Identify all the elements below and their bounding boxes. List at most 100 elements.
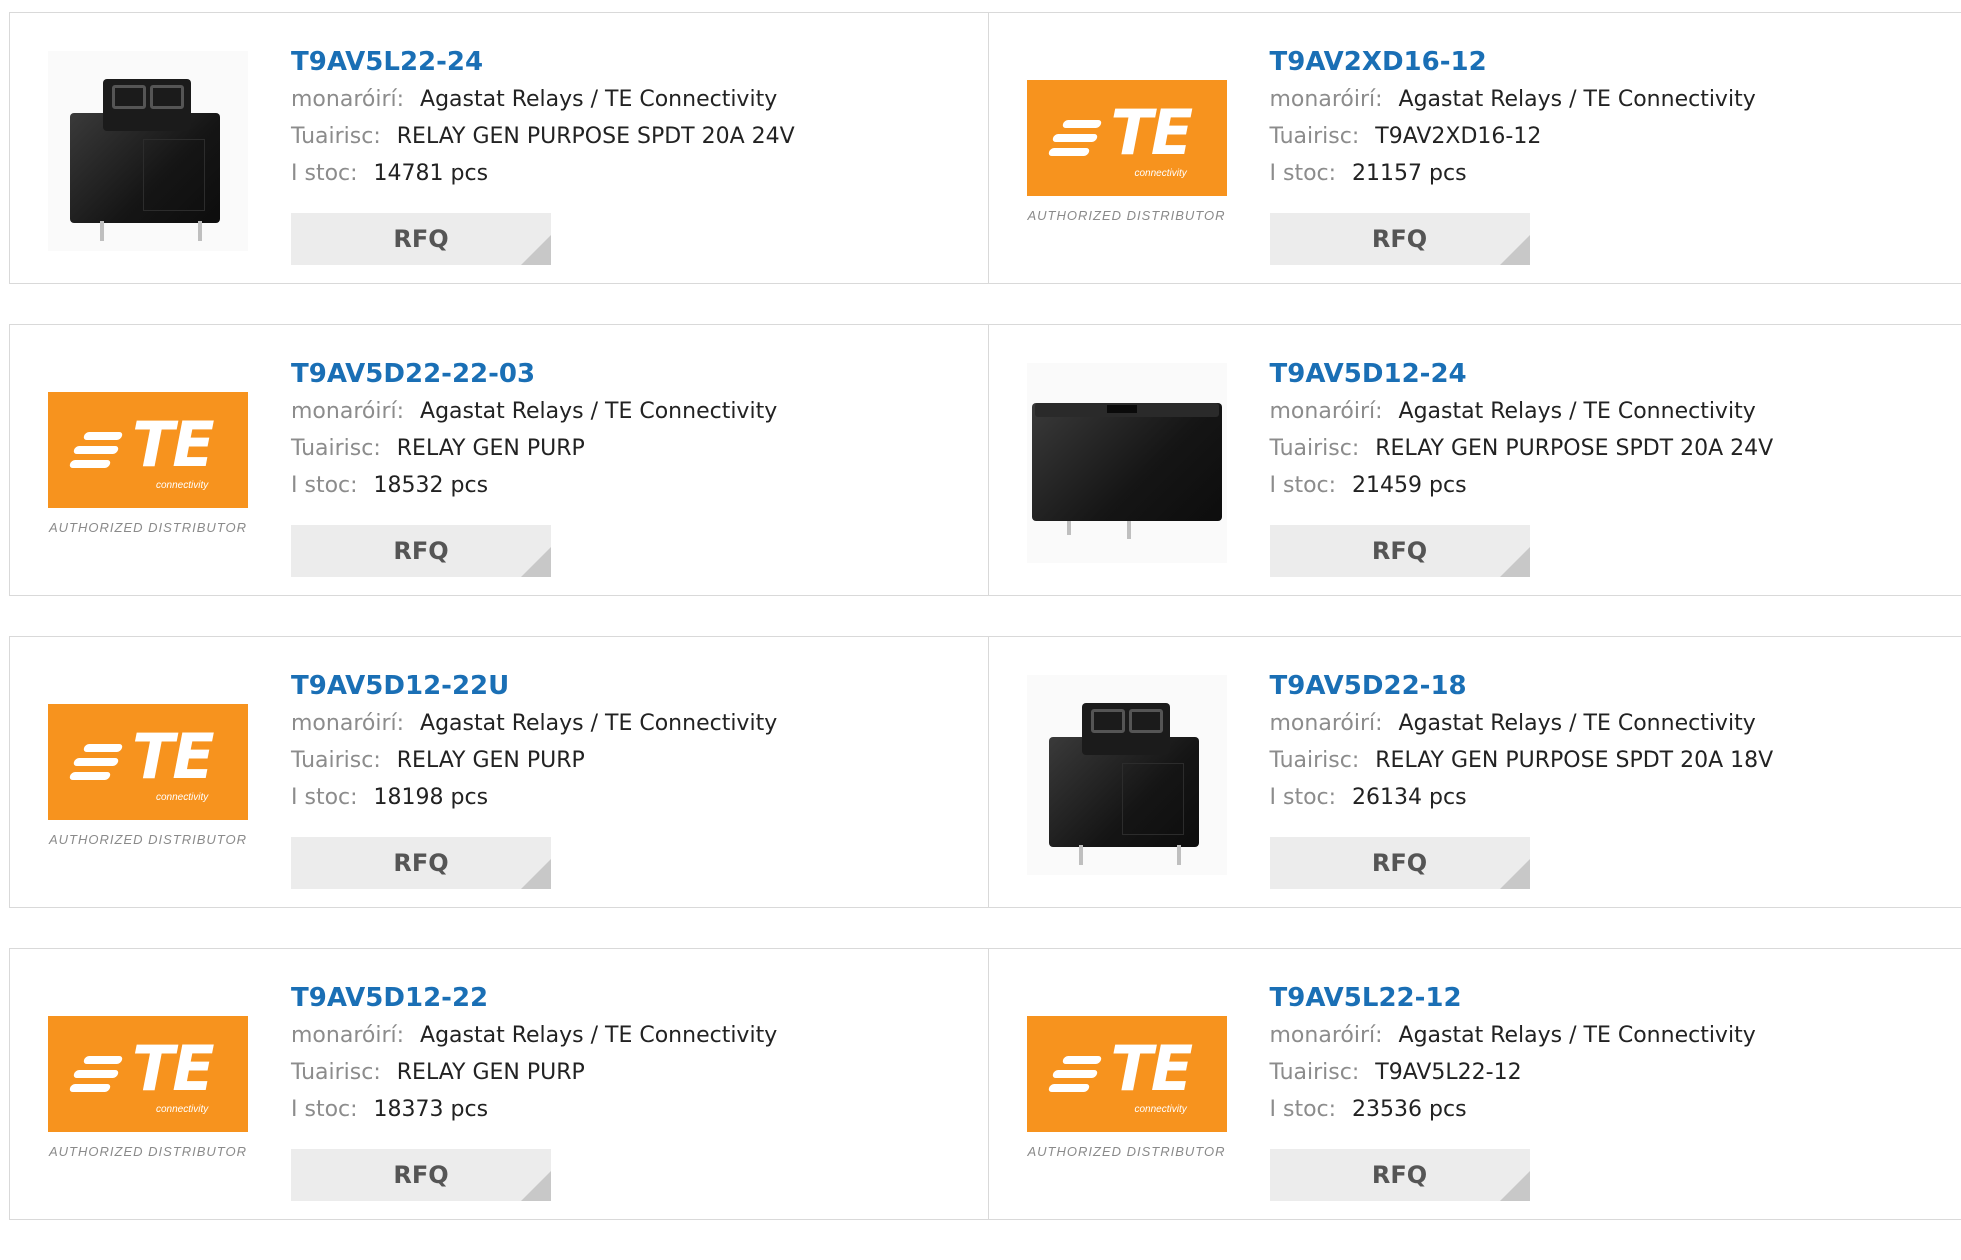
- description-value: RELAY GEN PURPOSE SPDT 20A 24V: [1375, 436, 1773, 461]
- part-number-link[interactable]: T9AV5D12-22U: [291, 667, 777, 705]
- description-value: T9AV5L22-12: [1375, 1060, 1521, 1085]
- product-card: TE connectivity AUTHORIZED DISTRIBUTOR T…: [10, 949, 988, 1219]
- product-image[interactable]: [1027, 675, 1227, 875]
- stock-line: I stoc:21459 pcs: [1270, 467, 1774, 504]
- authorized-distributor-text: AUTHORIZED DISTRIBUTOR: [49, 520, 247, 535]
- product-image[interactable]: TE connectivity AUTHORIZED DISTRIBUTOR: [48, 363, 248, 563]
- part-number-link[interactable]: T9AV5D12-24: [1270, 355, 1774, 393]
- description-value: RELAY GEN PURP: [397, 1060, 585, 1085]
- te-logo-subtitle: connectivity: [1135, 168, 1187, 179]
- manufacturer-value: Agastat Relays / TE Connectivity: [1399, 1023, 1756, 1048]
- te-logo-letters: TE: [1111, 1038, 1192, 1100]
- te-logo-mark: [1049, 1054, 1101, 1094]
- te-logo-letters: TE: [132, 726, 213, 788]
- te-logo-letters: TE: [132, 414, 213, 476]
- product-card: TE connectivity AUTHORIZED DISTRIBUTOR T…: [10, 325, 988, 595]
- manufacturer-label: monaróirí:: [291, 1023, 404, 1048]
- manufacturer-value: Agastat Relays / TE Connectivity: [420, 87, 777, 112]
- product-info: T9AV5L22-12 monaróirí:Agastat Relays / T…: [1270, 979, 1756, 1128]
- part-number-link[interactable]: T9AV2XD16-12: [1270, 43, 1756, 81]
- stock-label: I stoc:: [1270, 473, 1337, 498]
- product-row: TE connectivity AUTHORIZED DISTRIBUTOR T…: [9, 324, 1961, 596]
- rfq-button[interactable]: RFQ: [1270, 525, 1530, 577]
- manufacturer-line: monaróirí:Agastat Relays / TE Connectivi…: [1270, 1017, 1756, 1054]
- stock-value: 23536 pcs: [1352, 1097, 1467, 1122]
- product-image[interactable]: [1027, 363, 1227, 563]
- manufacturer-label: monaróirí:: [1270, 711, 1383, 736]
- authorized-distributor-text: AUTHORIZED DISTRIBUTOR: [49, 1144, 247, 1159]
- product-image[interactable]: [48, 51, 248, 251]
- product-image[interactable]: TE connectivity AUTHORIZED DISTRIBUTOR: [1027, 987, 1227, 1187]
- product-row: TE connectivity AUTHORIZED DISTRIBUTOR T…: [9, 636, 1961, 908]
- te-logo-mark: [70, 430, 122, 470]
- stock-line: I stoc: 18373 pcs: [291, 1091, 777, 1128]
- description-line: Tuairisc: RELAY GEN PURPOSE SPDT 20A 24V: [291, 118, 795, 155]
- stock-label: I stoc:: [1270, 1097, 1337, 1122]
- manufacturer-line: monaróirí:Agastat Relays / TE Connectivi…: [291, 81, 795, 118]
- part-number-link[interactable]: T9AV5D22-18: [1270, 667, 1774, 705]
- authorized-distributor-text: AUTHORIZED DISTRIBUTOR: [1028, 1144, 1226, 1159]
- manufacturer-label: monaróirí:: [1270, 87, 1383, 112]
- te-logo-subtitle: connectivity: [156, 792, 208, 803]
- product-info: T9AV2XD16-12 monaróirí:Agastat Relays / …: [1270, 43, 1756, 192]
- manufacturer-line: monaróirí:Agastat Relays / TE Connectivi…: [1270, 393, 1774, 430]
- manufacturer-line: monaróirí:Agastat Relays / TE Connectivi…: [291, 393, 777, 430]
- relay-photo: [1027, 363, 1227, 563]
- product-row: TE connectivity AUTHORIZED DISTRIBUTOR T…: [9, 948, 1961, 1220]
- stock-value: 26134 pcs: [1352, 785, 1467, 810]
- description-value: RELAY GEN PURP: [397, 748, 585, 773]
- product-card: TE connectivity AUTHORIZED DISTRIBUTOR T…: [988, 949, 1961, 1219]
- part-number-link[interactable]: T9AV5D22-22-03: [291, 355, 777, 393]
- rfq-button[interactable]: RFQ: [291, 1149, 551, 1201]
- part-number-link[interactable]: T9AV5L22-12: [1270, 979, 1756, 1017]
- stock-value: 18373 pcs: [374, 1097, 489, 1122]
- product-info: T9AV5D22-18 monaróirí:Agastat Relays / T…: [1270, 667, 1774, 816]
- te-logo-subtitle: connectivity: [156, 1104, 208, 1115]
- stock-label: I stoc:: [1270, 785, 1337, 810]
- te-connectivity-logo: TE connectivity AUTHORIZED DISTRIBUTOR: [48, 392, 248, 535]
- description-line: Tuairisc: T9AV2XD16-12: [1270, 118, 1756, 155]
- stock-label: I stoc:: [291, 1097, 358, 1122]
- product-info: T9AV5D12-22U monaróirí: Agastat Relays / …: [291, 667, 777, 816]
- rfq-button[interactable]: RFQ: [291, 525, 551, 577]
- description-line: Tuairisc:RELAY GEN PURP: [291, 430, 777, 467]
- description-line: Tuairisc: T9AV5L22-12: [1270, 1054, 1756, 1091]
- description-value: RELAY GEN PURPOSE SPDT 20A 18V: [1375, 748, 1773, 773]
- rfq-button[interactable]: RFQ: [1270, 213, 1530, 265]
- product-image[interactable]: TE connectivity AUTHORIZED DISTRIBUTOR: [48, 675, 248, 875]
- description-label: Tuairisc:: [1270, 124, 1360, 149]
- te-connectivity-logo: TE connectivity AUTHORIZED DISTRIBUTOR: [1027, 1016, 1227, 1159]
- description-line: Tuairisc:RELAY GEN PURP: [291, 1054, 777, 1091]
- manufacturer-line: monaróirí:Agastat Relays / TE Connectivi…: [1270, 705, 1774, 742]
- product-card: T9AV5D22-18 monaróirí:Agastat Relays / T…: [988, 637, 1961, 907]
- stock-value: 18198 pcs: [374, 785, 489, 810]
- description-label: Tuairisc:: [1270, 1060, 1360, 1085]
- manufacturer-label: monaróirí:: [291, 711, 404, 736]
- product-info: T9AV5D12-24 monaróirí:Agastat Relays / T…: [1270, 355, 1774, 504]
- te-logo-box: TE connectivity: [48, 1016, 248, 1132]
- stock-value: 21157 pcs: [1352, 161, 1467, 186]
- rfq-button[interactable]: RFQ: [1270, 1149, 1530, 1201]
- rfq-button[interactable]: RFQ: [1270, 837, 1530, 889]
- product-image[interactable]: TE connectivity AUTHORIZED DISTRIBUTOR: [1027, 51, 1227, 251]
- rfq-button[interactable]: RFQ: [291, 213, 551, 265]
- product-card: T9AV5D12-24 monaróirí:Agastat Relays / T…: [988, 325, 1961, 595]
- product-card: T9AV5L22-24 monaróirí:Agastat Relays / T…: [10, 13, 988, 283]
- product-card: TE connectivity AUTHORIZED DISTRIBUTOR T…: [10, 637, 988, 907]
- part-number-link[interactable]: T9AV5L22-24: [291, 43, 795, 81]
- stock-label: I stoc:: [291, 785, 358, 810]
- description-value: T9AV2XD16-12: [1375, 124, 1541, 149]
- manufacturer-line: monaróirí: Agastat Relays / TE Connectivi…: [291, 705, 777, 742]
- description-value: RELAY GEN PURPOSE SPDT 20A 24V: [397, 124, 795, 149]
- rfq-button[interactable]: RFQ: [291, 837, 551, 889]
- te-logo-letters: TE: [132, 1038, 213, 1100]
- te-logo-mark: [70, 742, 122, 782]
- te-logo-mark: [70, 1054, 122, 1094]
- description-line: Tuairisc:RELAY GEN PURPOSE SPDT 20A 24V: [1270, 430, 1774, 467]
- manufacturer-value: Agastat Relays / TE Connectivity: [420, 711, 777, 736]
- description-label: Tuairisc:: [291, 124, 381, 149]
- part-number-link[interactable]: T9AV5D12-22: [291, 979, 777, 1017]
- product-info: T9AV5D22-22-03 monaróirí:Agastat Relays …: [291, 355, 777, 504]
- description-label: Tuairisc:: [1270, 748, 1360, 773]
- product-image[interactable]: TE connectivity AUTHORIZED DISTRIBUTOR: [48, 987, 248, 1187]
